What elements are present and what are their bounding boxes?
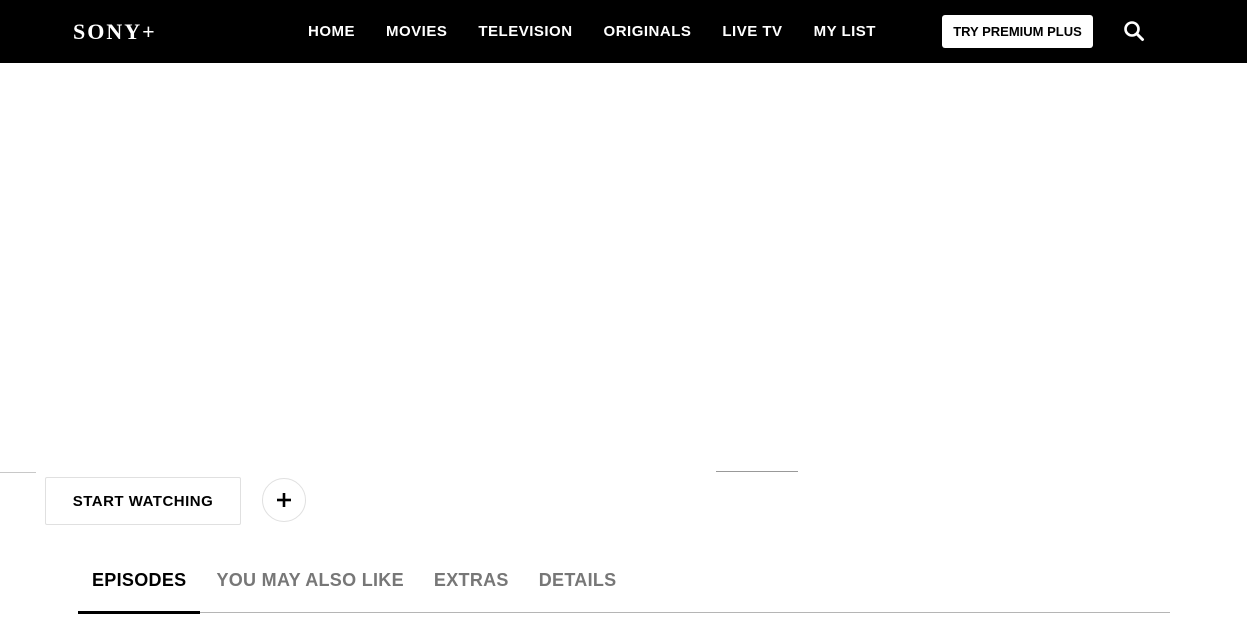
hero-divider-right	[716, 471, 798, 472]
tab-extras[interactable]: EXTRAS	[420, 556, 523, 612]
start-watching-button[interactable]: START WATCHING	[45, 477, 241, 525]
tab-you-may-also-like[interactable]: YOU MAY ALSO LIKE	[202, 556, 417, 612]
add-to-list-button[interactable]	[262, 478, 306, 522]
nav-movies[interactable]: MOVIES	[386, 23, 447, 40]
plus-icon	[277, 493, 291, 507]
top-navigation-bar: SONY+ HOME MOVIES TELEVISION ORIGINALS L…	[0, 0, 1247, 63]
hero-area	[0, 63, 1247, 473]
tab-details[interactable]: DETAILS	[525, 556, 631, 612]
nav-television[interactable]: TELEVISION	[478, 23, 572, 40]
nav-home[interactable]: HOME	[308, 23, 355, 40]
nav-my-list[interactable]: MY LIST	[814, 23, 876, 40]
nav-live-tv[interactable]: LIVE TV	[722, 23, 782, 40]
content-tabs: EPISODES YOU MAY ALSO LIKE EXTRAS DETAIL…	[78, 556, 1170, 614]
tab-episodes[interactable]: EPISODES	[78, 556, 201, 614]
sony-plus-logo[interactable]: SONY+	[73, 19, 157, 45]
try-premium-plus-button[interactable]: TRY PREMIUM PLUS	[942, 15, 1093, 48]
search-icon[interactable]	[1122, 19, 1146, 43]
main-nav: HOME MOVIES TELEVISION ORIGINALS LIVE TV…	[308, 0, 907, 63]
hero-divider-left	[0, 472, 36, 473]
nav-originals[interactable]: ORIGINALS	[604, 23, 692, 40]
